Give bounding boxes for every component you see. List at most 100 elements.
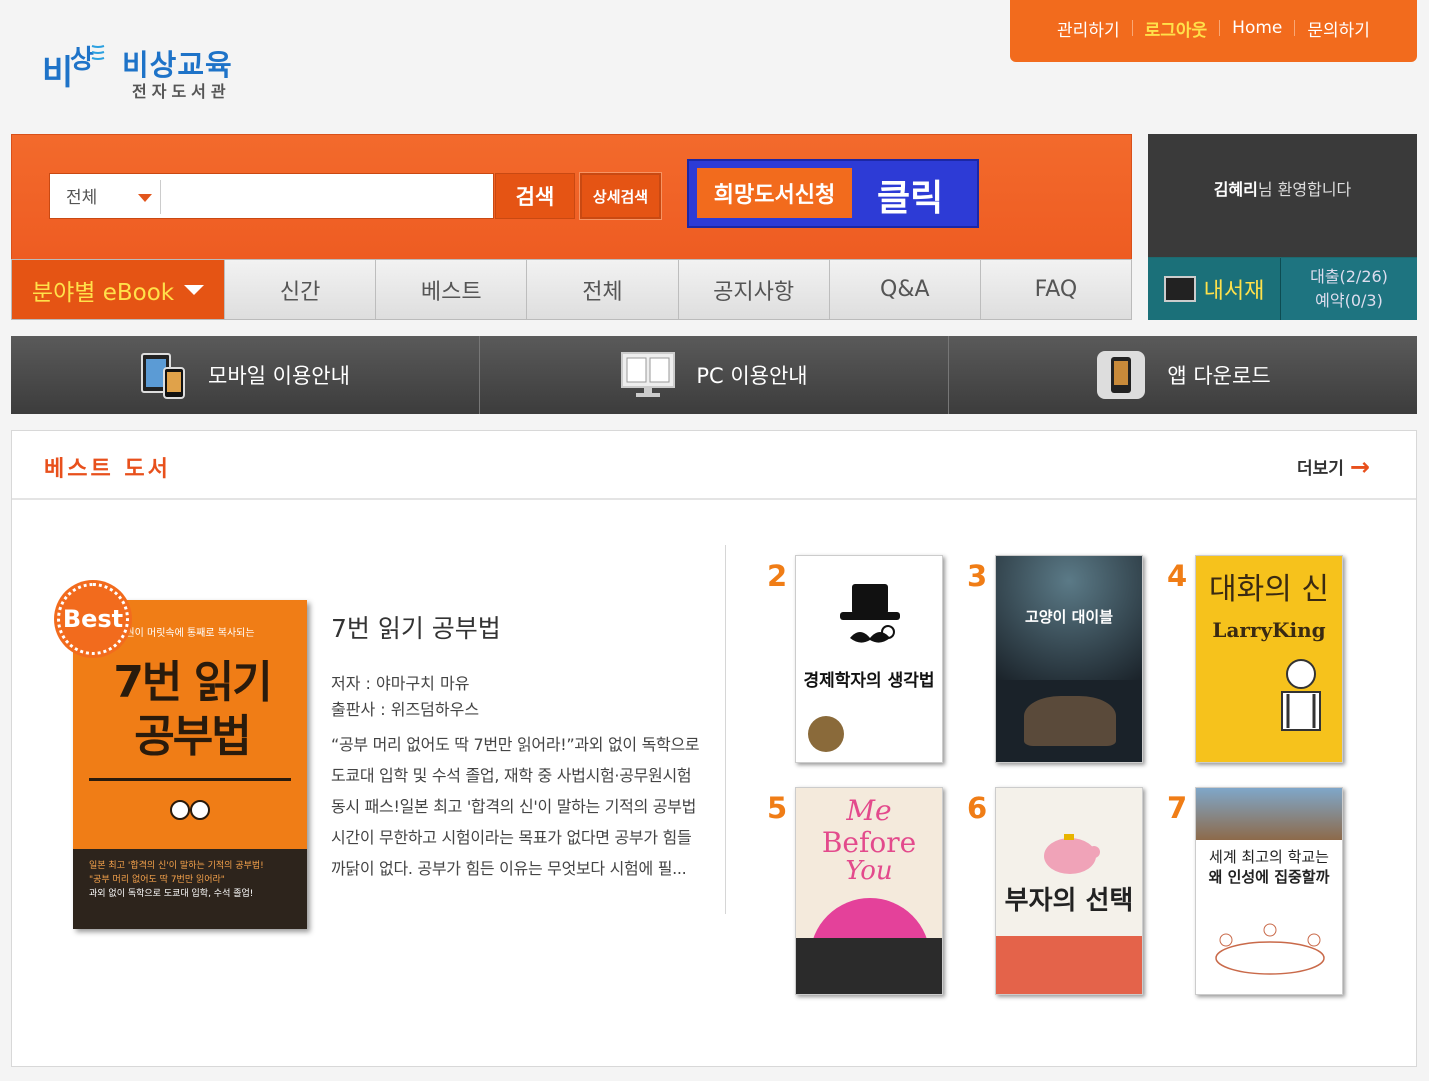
book-cover-title: 경제학자의 생각법 [803,671,935,691]
dropdown-triangle-icon [184,284,205,295]
main-nav: 분야별 eBook 신간 베스트 전체 공지사항 Q&A FAQ [11,259,1132,320]
wish-book-request-button[interactable]: 희망도서신청 [697,168,852,218]
rank-number: 2 [767,559,788,593]
my-library-label: 내서재 [1203,279,1265,304]
reserve-count: 예약(0/3) [1315,291,1383,310]
click-callout: 희망도서신청 클릭 [687,159,979,228]
tab-new[interactable]: 신간 [224,260,376,319]
page: { "header": { "brand": "비상교육", "sub": "전… [0,0,1429,1081]
mobile-guide-label: 모바일 이용안내 [208,364,350,388]
book-cover-title-3: You [845,856,893,886]
featured-book-description: “공부 머리 없어도 딱 7번만 읽어라!”과외 없이 독학으로 도쿄대 입학 … [331,735,700,878]
cover-bottom-line-3: 과외 없이 독학으로 도쿄대 입학, 수석 졸업! [89,889,254,899]
best-books-panel: 베스트 도서 더보기 → 권이 머릿속에 통째로 복사되는 7번 읽기 공부법 … [11,430,1417,1067]
featured-book-title[interactable]: 7번 읽기 공부법 [331,609,701,645]
svg-text:비: 비 [42,53,73,93]
featured-book-publisher: 출판사 : 위즈덤하우스 [331,700,480,719]
book-cover-title: 대화의 신 [1209,572,1329,607]
brand-subtitle: 전자도서관 [132,82,231,101]
divider [725,545,726,914]
inquiry-link[interactable]: 문의하기 [1295,16,1382,41]
cover-title-line-2: 공부법 [134,711,251,762]
top-hat-illustration [840,584,900,643]
app-download-label: 앱 다운로드 [1167,364,1271,388]
click-label: 클릭 [877,178,944,219]
my-library-button[interactable]: 내서재 [1148,258,1281,320]
book-cover[interactable]: 고양이 대이블 [995,555,1143,763]
bookshelf-icon [1163,276,1196,302]
book-cover[interactable]: 세계 최고의 학교는 왜 인성에 집중할까 [1195,787,1343,995]
app-phone-icon [1097,351,1146,399]
divider [160,180,161,214]
mobile-guide-link[interactable]: 모바일 이용안내 [11,336,479,414]
rank-number: 3 [967,559,988,593]
arrow-right-icon: → [1349,452,1370,481]
featured-book-author: 저자 : 야마구치 마유 [331,674,470,693]
top-menu: 관리하기 로그아웃 Home 문의하기 [1010,0,1417,62]
tab-best[interactable]: 베스트 [375,260,527,319]
book-cover-title: 고양이 대이블 [1024,608,1114,626]
featured-book-info: 7번 읽기 공부법 저자 : 야마구치 마유 출판사 : 위즈덤하우스 “공부 … [331,609,701,884]
search-area: 전체 검색 상세검색 희망도서신청 클릭 [11,134,1132,260]
loan-count: 대출(2/26) [1310,267,1388,286]
school-photo [1196,788,1342,840]
tab-faq[interactable]: FAQ [979,260,1132,319]
monitor-icon [621,352,676,397]
search-button[interactable]: 검색 [495,173,575,219]
glasses-icon [170,800,210,820]
best-books-title: 베스트 도서 [44,457,171,482]
admin-link[interactable]: 관리하기 [1045,16,1132,41]
app-download-link[interactable]: 앱 다운로드 [948,336,1417,414]
pc-guide-label: PC 이용안내 [696,364,808,388]
cover-title-line-1: 7번 읽기 [113,657,272,708]
tab-qna[interactable]: Q&A [828,260,980,319]
logout-link[interactable]: 로그아웃 [1133,16,1220,41]
best-books-header: 베스트 도서 더보기 → [12,431,1416,500]
search-field: 전체 [49,173,494,219]
pc-guide-link[interactable]: PC 이용안내 [479,336,948,414]
user-panel: 김혜리님 환영합니다 내서재 대출(2/26) 예약(0/3) [1148,134,1417,320]
guide-bar: 모바일 이용안내 PC 이용안내 앱 다운로드 [11,336,1417,414]
book-cover-title-2: Before [821,826,917,859]
logo[interactable]: 비 상 비상교육 전자도서관 [42,38,252,102]
chevron-down-icon[interactable] [138,194,152,202]
welcome-message: 김혜리님 환영합니다 [1148,176,1417,200]
cover-band [796,938,942,994]
book-cover-title-1: Me [846,794,892,827]
more-label: 더보기 [1296,459,1344,479]
tab-notice[interactable]: 공지사항 [677,260,829,319]
book-cover[interactable]: Me Before You [795,787,943,995]
best-badge: Best [57,583,129,655]
rank-number: 7 [1167,791,1188,825]
sketch-illustration [1215,923,1325,975]
user-name: 김혜리 [1213,180,1258,199]
category-ebook-menu[interactable]: 분야별 eBook [12,260,224,319]
seal-badge [808,716,844,752]
book-cover-title-2: 왜 인성에 집중할까 [1208,868,1330,886]
user-bar: 내서재 대출(2/26) 예약(0/3) [1148,257,1417,320]
advanced-search-button[interactable]: 상세검색 [579,172,662,220]
cover-bottom-line-2: "공부 머리 없어도 딱 7번만 읽어라" [89,875,225,885]
cover-bottom-text: 일본 최고 '합격의 신'이 말하는 기적의 공부법! "공부 머리 없어도 딱… [73,849,307,929]
search-scope-select[interactable]: 전체 [66,183,97,208]
loan-stats[interactable]: 대출(2/26) 예약(0/3) [1281,258,1417,320]
category-label: 분야별 eBook [31,279,175,306]
cover-title: 7번 읽기 공부법 [87,656,297,764]
rank-number: 4 [1167,559,1188,593]
greeting-text: 님 환영합니다 [1257,180,1352,199]
book-cover[interactable]: 부자의 선택 [995,787,1143,995]
book-cover[interactable]: 대화의 신 LarryKing [1195,555,1343,763]
search-input[interactable] [164,178,484,214]
tab-all[interactable]: 전체 [526,260,678,319]
piggy-bank-icon [1044,834,1100,874]
home-link[interactable]: Home [1220,18,1294,38]
book-cover[interactable]: 경제학자의 생각법 [795,555,943,763]
cover-bottom-line-1: 일본 최고 '합격의 신'이 말하는 기적의 공부법! [89,861,264,871]
more-link[interactable]: 더보기 → [1296,452,1370,481]
sleeping-figure [1024,696,1116,746]
mobile-devices-icon [141,353,186,399]
book-cover-title-1: 세계 최고의 학교는 [1209,848,1329,866]
visang-logo-mark: 비 상 [42,45,105,93]
cover-band [996,936,1142,994]
book-cover-author: LarryKing [1212,618,1326,642]
